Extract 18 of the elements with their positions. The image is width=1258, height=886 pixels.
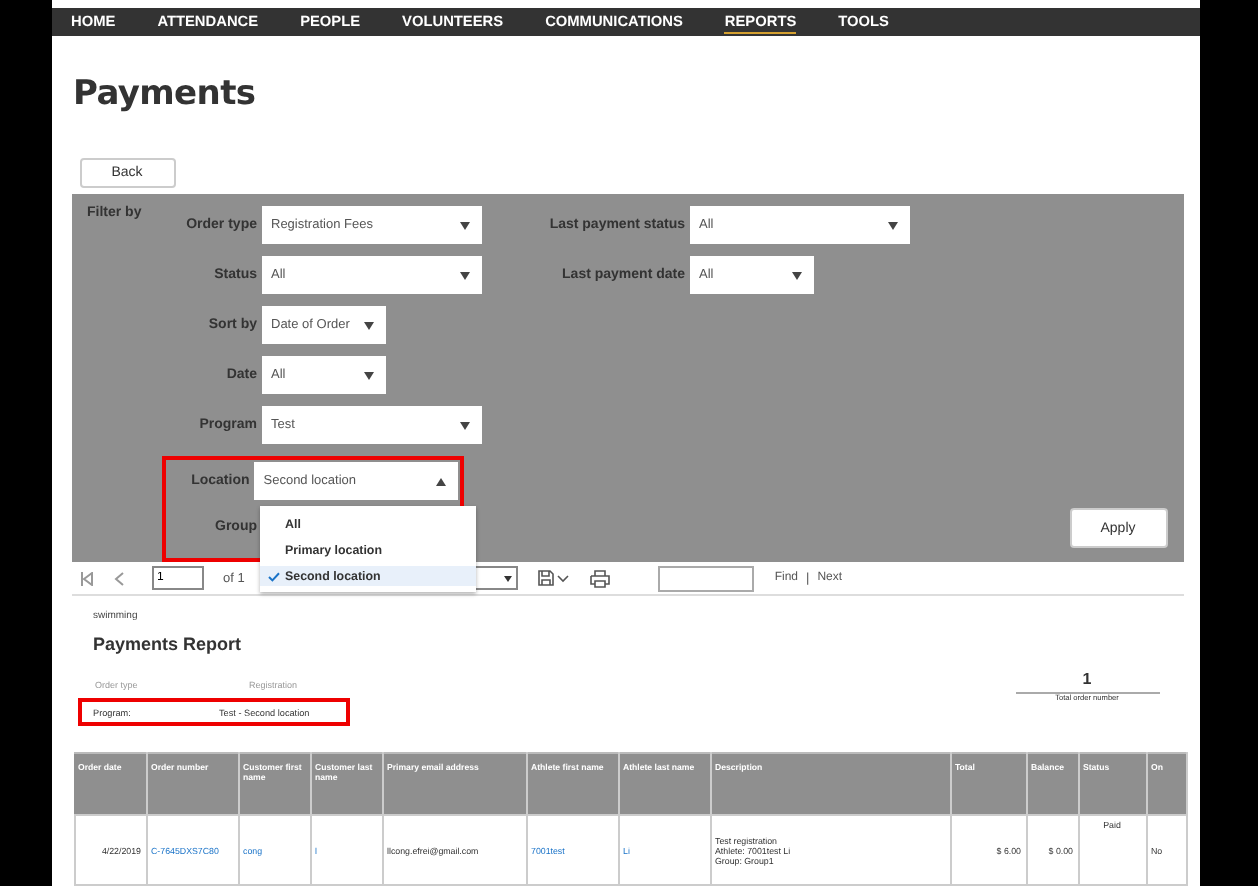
check-icon (267, 571, 279, 582)
caret-icon (791, 271, 801, 280)
find-field[interactable] (658, 565, 755, 592)
save-icon[interactable] (538, 570, 571, 587)
caret-icon (504, 575, 513, 582)
caret-icon (887, 221, 897, 230)
caret-icon (363, 321, 373, 330)
caret-icon (459, 271, 469, 280)
page-title: Payments (73, 73, 258, 114)
caret-icon (459, 421, 469, 430)
previous-page-icon[interactable] (113, 571, 123, 586)
report-title: Payments Report (93, 634, 244, 655)
print-icon[interactable] (590, 569, 611, 588)
caret-icon (363, 371, 373, 380)
caret-icon (459, 221, 469, 230)
caret-icon (435, 477, 445, 486)
first-page-icon[interactable] (79, 571, 93, 586)
total-count: 1 (1015, 670, 1159, 695)
